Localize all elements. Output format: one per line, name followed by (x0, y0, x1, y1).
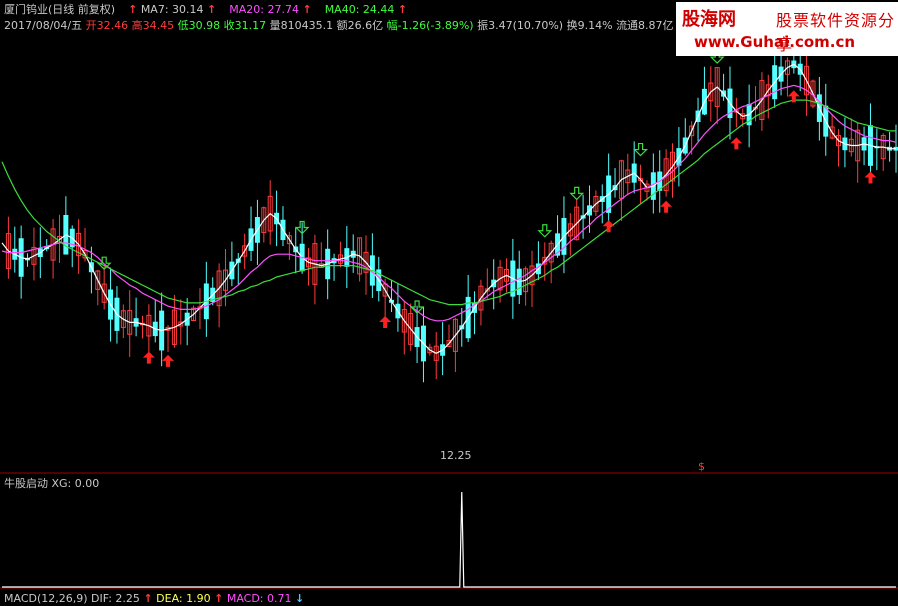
macd-title: MACD(12,26,9) (4, 592, 88, 605)
header-row-2: 2017/08/04/五 开32.46 高34.45 低30.98 收31.17… (4, 19, 674, 33)
stock-name: 厦门钨业(日线 前复权) (4, 3, 116, 16)
indicator-title: 牛股启动 (4, 477, 48, 490)
up-arrow-icon: ↑ (128, 3, 138, 16)
sell-arrow-icon (569, 186, 585, 201)
xg-signal-line (2, 491, 896, 588)
sell-arrow-icon (633, 142, 649, 157)
buy-arrow-icon (602, 220, 615, 233)
macd-value: MACD: 0.71 (226, 592, 292, 605)
open-price: 开32.46 (85, 19, 129, 32)
float-value: 流通8.87亿 (616, 19, 674, 32)
change-value: 幅-1.26(-3.89%) (386, 19, 474, 32)
signal-marker: $ (698, 460, 705, 473)
close-price: 收31.17 (223, 19, 267, 32)
buy-arrow-icon (864, 171, 877, 184)
low-price-label: 12.25 (440, 449, 472, 462)
date-label: 2017/08/04/五 (4, 19, 83, 32)
turnover-value: 换9.14% (566, 19, 613, 32)
buy-arrow-icon (660, 200, 673, 213)
buy-arrow-icon (142, 351, 155, 364)
xg-panel (2, 491, 896, 588)
ma7-label: MA7: 30.14 (140, 3, 204, 16)
buy-arrow-icon (379, 315, 392, 328)
header-row-1: 厦门钨业(日线 前复权) ↑ MA7: 30.14 ↑ MA20: 27.74 … (4, 3, 407, 17)
up-arrow-icon: ↑ (302, 3, 312, 16)
buy-arrow-icon (162, 354, 175, 367)
stock-chart: 12.25 $ (0, 30, 898, 589)
up-arrow-icon: ↑ (143, 592, 153, 605)
up-arrow-icon: ↑ (207, 3, 217, 16)
ma20-label: MA20: 27.74 (229, 3, 299, 16)
up-arrow-icon: ↑ (214, 592, 224, 605)
low-price: 低30.98 (177, 19, 221, 32)
watermark-url: www.Guhai.com.cn (694, 33, 856, 51)
macd-row: MACD(12,26,9) DIF: 2.25 ↑ DEA: 1.90 ↑ MA… (4, 592, 304, 606)
ma40-label: MA40: 24.44 (324, 3, 395, 16)
amplitude-value: 振3.47(10.70%) (477, 19, 564, 32)
main-panel (1, 30, 898, 383)
buy-arrow-icon (730, 137, 743, 150)
down-arrow-icon: ↓ (295, 592, 305, 605)
sell-arrow-icon (537, 224, 553, 238)
dif-label: DIF: 2.25 (91, 592, 140, 605)
up-arrow-icon: ↑ (397, 3, 408, 16)
amount-value: 额26.6亿 (336, 19, 384, 32)
xg-label: XG: 0.00 (51, 477, 100, 490)
volume-value: 量810435.1 (269, 19, 334, 32)
high-price: 高34.45 (131, 19, 175, 32)
watermark: 股海网 股票软件资源分享 www.Guhai.com.cn (676, 2, 898, 56)
indicator-title-row: 牛股启动 XG: 0.00 (4, 477, 99, 491)
watermark-logo: 股海网 (682, 9, 736, 30)
dea-label: DEA: 1.90 (156, 592, 211, 605)
